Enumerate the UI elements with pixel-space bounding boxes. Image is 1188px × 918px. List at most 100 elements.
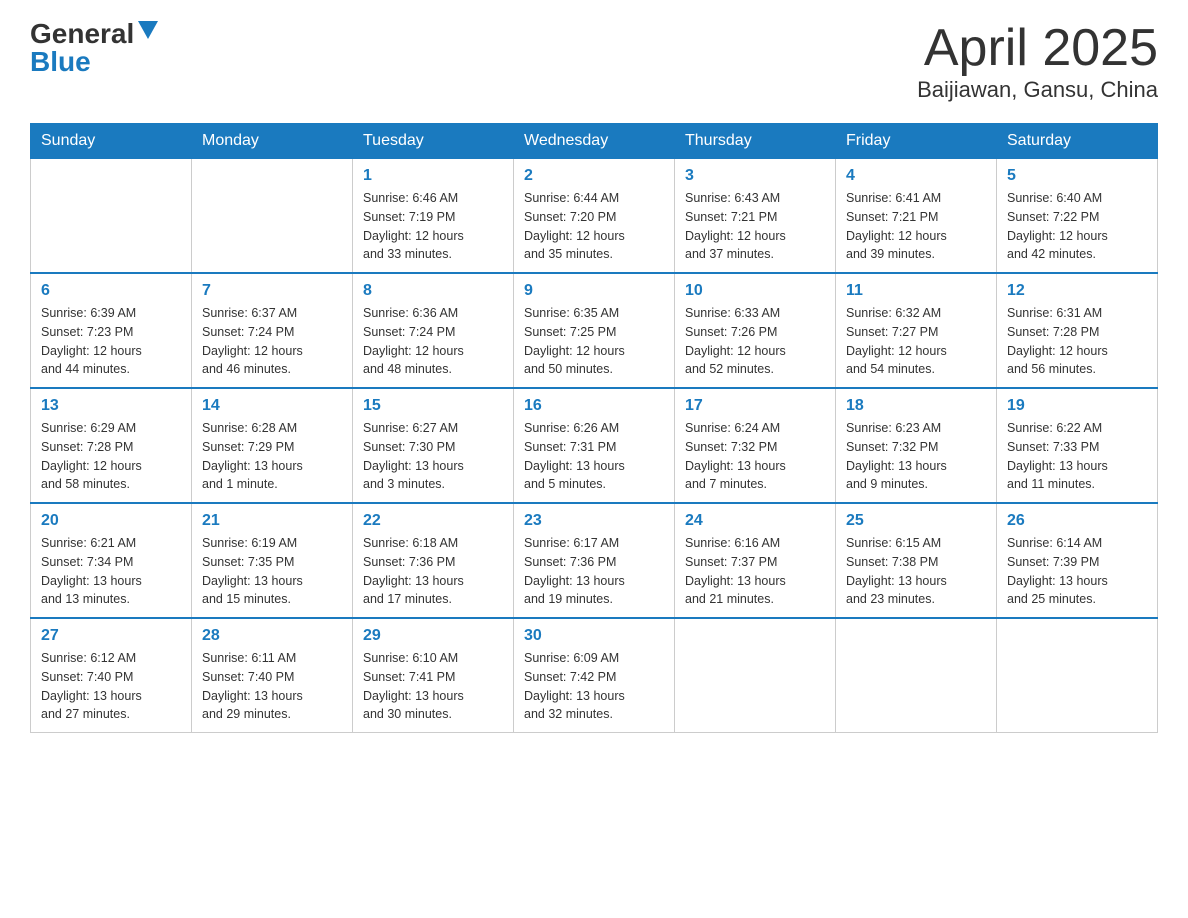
calendar-cell: 29 Sunrise: 6:10 AMSunset: 7:41 PMDayligh…: [353, 618, 514, 733]
day-number: 25: [846, 512, 986, 530]
day-number: 30: [524, 627, 664, 645]
calendar-cell: 20 Sunrise: 6:21 AMSunset: 7:34 PMDayligh…: [31, 503, 192, 618]
calendar-cell: 6 Sunrise: 6:39 AMSunset: 7:23 PMDaylight…: [31, 273, 192, 388]
day-info: Sunrise: 6:29 AMSunset: 7:28 PMDaylight:…: [41, 419, 181, 494]
calendar-day-header: Tuesday: [353, 124, 514, 159]
day-info: Sunrise: 6:09 AMSunset: 7:42 PMDaylight:…: [524, 649, 664, 724]
calendar-cell: 4 Sunrise: 6:41 AMSunset: 7:21 PMDaylight…: [836, 159, 997, 274]
day-number: 14: [202, 397, 342, 415]
page-header: General Blue April 2025 Baijiawan, Gansu…: [30, 20, 1158, 103]
calendar-cell: 25 Sunrise: 6:15 AMSunset: 7:38 PMDayligh…: [836, 503, 997, 618]
day-number: 13: [41, 397, 181, 415]
calendar-cell: 21Sunrise: 6:19 AMSunset: 7:35 PMDayligh…: [192, 503, 353, 618]
calendar-week-row: 1 Sunrise: 6:46 AMSunset: 7:19 PMDaylight…: [31, 159, 1158, 274]
calendar-week-row: 27 Sunrise: 6:12 AMSunset: 7:40 PMDayligh…: [31, 618, 1158, 733]
calendar-cell: 23 Sunrise: 6:17 AMSunset: 7:36 PMDayligh…: [514, 503, 675, 618]
day-info: Sunrise: 6:15 AMSunset: 7:38 PMDaylight:…: [846, 534, 986, 609]
day-info: Sunrise: 6:21 AMSunset: 7:34 PMDaylight:…: [41, 534, 181, 609]
calendar-week-row: 13 Sunrise: 6:29 AMSunset: 7:28 PMDayligh…: [31, 388, 1158, 503]
day-number: 8: [363, 282, 503, 300]
day-info: Sunrise: 6:46 AMSunset: 7:19 PMDaylight:…: [363, 189, 503, 264]
day-info: Sunrise: 6:32 AMSunset: 7:27 PMDaylight:…: [846, 304, 986, 379]
day-info: Sunrise: 6:40 AMSunset: 7:22 PMDaylight:…: [1007, 189, 1147, 264]
day-number: 4: [846, 167, 986, 185]
day-number: 23: [524, 512, 664, 530]
calendar-cell: 22 Sunrise: 6:18 AMSunset: 7:36 PMDayligh…: [353, 503, 514, 618]
day-number: 20: [41, 512, 181, 530]
calendar-cell: 24 Sunrise: 6:16 AMSunset: 7:37 PMDayligh…: [675, 503, 836, 618]
day-number: 10: [685, 282, 825, 300]
day-number: 26: [1007, 512, 1147, 530]
calendar-cell: 12 Sunrise: 6:31 AMSunset: 7:28 PMDayligh…: [997, 273, 1158, 388]
calendar-cell: 9 Sunrise: 6:35 AMSunset: 7:25 PMDaylight…: [514, 273, 675, 388]
calendar-cell: 14 Sunrise: 6:28 AMSunset: 7:29 PMDayligh…: [192, 388, 353, 503]
calendar-cell: 2 Sunrise: 6:44 AMSunset: 7:20 PMDaylight…: [514, 159, 675, 274]
day-number: 22: [363, 512, 503, 530]
day-info: Sunrise: 6:17 AMSunset: 7:36 PMDaylight:…: [524, 534, 664, 609]
day-info: Sunrise: 6:16 AMSunset: 7:37 PMDaylight:…: [685, 534, 825, 609]
day-number: 12: [1007, 282, 1147, 300]
day-info: Sunrise: 6:19 AMSunset: 7:35 PMDaylight:…: [202, 534, 342, 609]
day-info: Sunrise: 6:26 AMSunset: 7:31 PMDaylight:…: [524, 419, 664, 494]
day-info: Sunrise: 6:18 AMSunset: 7:36 PMDaylight:…: [363, 534, 503, 609]
logo-blue-text: Blue: [30, 48, 91, 76]
day-number: 24: [685, 512, 825, 530]
calendar-cell: [192, 159, 353, 274]
calendar-cell: 7Sunrise: 6:37 AMSunset: 7:24 PMDaylight…: [192, 273, 353, 388]
day-number: 17: [685, 397, 825, 415]
calendar-cell: 5 Sunrise: 6:40 AMSunset: 7:22 PMDaylight…: [997, 159, 1158, 274]
day-number: 11: [846, 282, 986, 300]
day-info: Sunrise: 6:10 AMSunset: 7:41 PMDaylight:…: [363, 649, 503, 724]
calendar-cell: 8 Sunrise: 6:36 AMSunset: 7:24 PMDaylight…: [353, 273, 514, 388]
calendar-day-header: Wednesday: [514, 124, 675, 159]
logo-general-text: General: [30, 20, 134, 48]
day-number: 1: [363, 167, 503, 185]
title-block: April 2025 Baijiawan, Gansu, China: [917, 20, 1158, 103]
day-info: Sunrise: 6:11 AMSunset: 7:40 PMDaylight:…: [202, 649, 342, 724]
day-info: Sunrise: 6:27 AMSunset: 7:30 PMDaylight:…: [363, 419, 503, 494]
calendar-cell: 30 Sunrise: 6:09 AMSunset: 7:42 PMDayligh…: [514, 618, 675, 733]
calendar-cell: 1 Sunrise: 6:46 AMSunset: 7:19 PMDaylight…: [353, 159, 514, 274]
calendar-cell: 11 Sunrise: 6:32 AMSunset: 7:27 PMDayligh…: [836, 273, 997, 388]
day-number: 19: [1007, 397, 1147, 415]
day-info: Sunrise: 6:44 AMSunset: 7:20 PMDaylight:…: [524, 189, 664, 264]
page-title: April 2025: [917, 20, 1158, 77]
day-info: Sunrise: 6:37 AMSunset: 7:24 PMDaylight:…: [202, 304, 342, 379]
day-info: Sunrise: 6:36 AMSunset: 7:24 PMDaylight:…: [363, 304, 503, 379]
logo-triangle-icon: [138, 21, 158, 39]
calendar-day-header: Saturday: [997, 124, 1158, 159]
day-info: Sunrise: 6:12 AMSunset: 7:40 PMDaylight:…: [41, 649, 181, 724]
calendar-day-header: Sunday: [31, 124, 192, 159]
day-number: 3: [685, 167, 825, 185]
page-subtitle: Baijiawan, Gansu, China: [917, 77, 1158, 103]
calendar-table: SundayMondayTuesdayWednesdayThursdayFrid…: [30, 123, 1158, 733]
calendar-cell: 16 Sunrise: 6:26 AMSunset: 7:31 PMDayligh…: [514, 388, 675, 503]
day-info: Sunrise: 6:31 AMSunset: 7:28 PMDaylight:…: [1007, 304, 1147, 379]
day-info: Sunrise: 6:41 AMSunset: 7:21 PMDaylight:…: [846, 189, 986, 264]
calendar-week-row: 20 Sunrise: 6:21 AMSunset: 7:34 PMDayligh…: [31, 503, 1158, 618]
calendar-cell: 13 Sunrise: 6:29 AMSunset: 7:28 PMDayligh…: [31, 388, 192, 503]
day-number: 5: [1007, 167, 1147, 185]
day-number: 6: [41, 282, 181, 300]
day-number: 15: [363, 397, 503, 415]
day-info: Sunrise: 6:14 AMSunset: 7:39 PMDaylight:…: [1007, 534, 1147, 609]
calendar-day-header: Thursday: [675, 124, 836, 159]
day-number: 16: [524, 397, 664, 415]
day-number: 9: [524, 282, 664, 300]
day-number: 29: [363, 627, 503, 645]
day-number: 2: [524, 167, 664, 185]
day-info: Sunrise: 6:35 AMSunset: 7:25 PMDaylight:…: [524, 304, 664, 379]
calendar-cell: 18 Sunrise: 6:23 AMSunset: 7:32 PMDayligh…: [836, 388, 997, 503]
calendar-cell: 19Sunrise: 6:22 AMSunset: 7:33 PMDayligh…: [997, 388, 1158, 503]
calendar-cell: [997, 618, 1158, 733]
calendar-cell: 28Sunrise: 6:11 AMSunset: 7:40 PMDayligh…: [192, 618, 353, 733]
day-info: Sunrise: 6:23 AMSunset: 7:32 PMDaylight:…: [846, 419, 986, 494]
day-info: Sunrise: 6:39 AMSunset: 7:23 PMDaylight:…: [41, 304, 181, 379]
calendar-cell: 10Sunrise: 6:33 AMSunset: 7:26 PMDayligh…: [675, 273, 836, 388]
day-info: Sunrise: 6:24 AMSunset: 7:32 PMDaylight:…: [685, 419, 825, 494]
day-info: Sunrise: 6:28 AMSunset: 7:29 PMDaylight:…: [202, 419, 342, 494]
day-number: 18: [846, 397, 986, 415]
day-number: 27: [41, 627, 181, 645]
calendar-cell: 17 Sunrise: 6:24 AMSunset: 7:32 PMDayligh…: [675, 388, 836, 503]
calendar-cell: [675, 618, 836, 733]
